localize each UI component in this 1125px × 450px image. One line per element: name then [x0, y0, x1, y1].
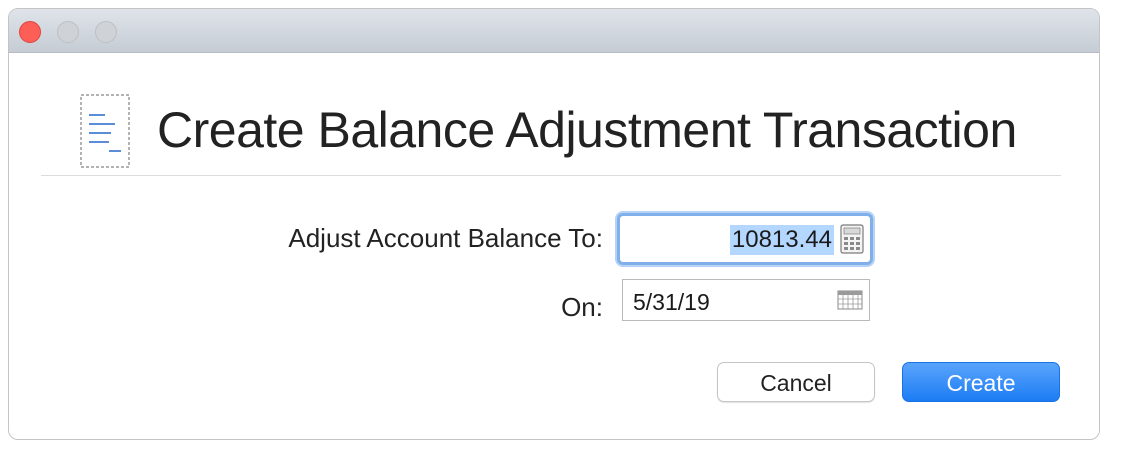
create-button[interactable]: Create	[902, 362, 1060, 402]
date-input[interactable]: 5/31/19	[622, 279, 870, 321]
amount-label: Adjust Account Balance To:	[288, 223, 603, 253]
close-window-button[interactable]	[19, 21, 41, 43]
balance-amount-value: 10813.44	[729, 225, 834, 255]
calendar-icon[interactable]	[837, 290, 863, 310]
date-label: On:	[561, 292, 603, 322]
date-value: 5/31/19	[633, 289, 710, 315]
title-divider	[41, 175, 1061, 176]
dialog-title: Create Balance Adjustment Transaction	[157, 102, 1017, 158]
balance-amount-input[interactable]: 10813.44	[617, 213, 873, 265]
cancel-button[interactable]: Cancel	[717, 362, 875, 402]
receipt-icon	[79, 93, 131, 169]
minimize-window-button[interactable]	[57, 21, 79, 43]
zoom-window-button[interactable]	[95, 21, 117, 43]
dialog-window: Create Balance Adjustment Transaction Ad…	[8, 8, 1100, 440]
title-bar	[9, 9, 1099, 53]
calculator-icon[interactable]	[840, 224, 864, 254]
